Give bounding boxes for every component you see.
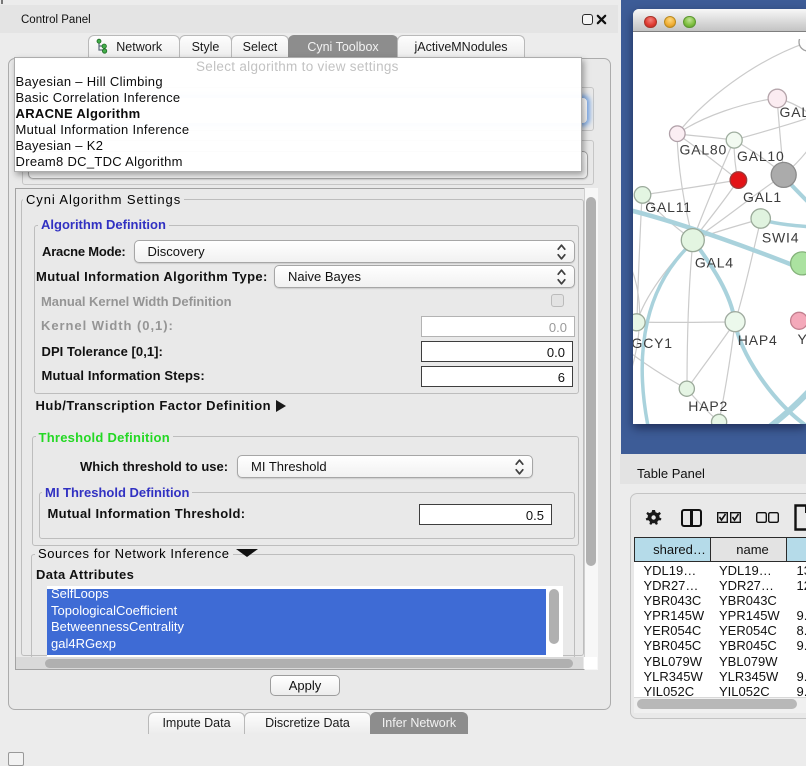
svg-text:GAL7: GAL7	[780, 104, 806, 120]
svg-text:GCY1: GCY1	[633, 335, 673, 351]
svg-text:GAL10: GAL10	[737, 148, 785, 164]
svg-text:SWI4: SWI4	[762, 230, 799, 246]
svg-text:Y: Y	[798, 331, 806, 347]
svg-text:GAL1: GAL1	[743, 189, 782, 205]
svg-text:GAL4: GAL4	[695, 255, 734, 271]
svg-text:HAP2: HAP2	[688, 398, 728, 414]
svg-text:GAL80: GAL80	[680, 142, 728, 158]
svg-text:GAL11: GAL11	[645, 199, 692, 215]
svg-text:HAP4: HAP4	[738, 332, 778, 348]
